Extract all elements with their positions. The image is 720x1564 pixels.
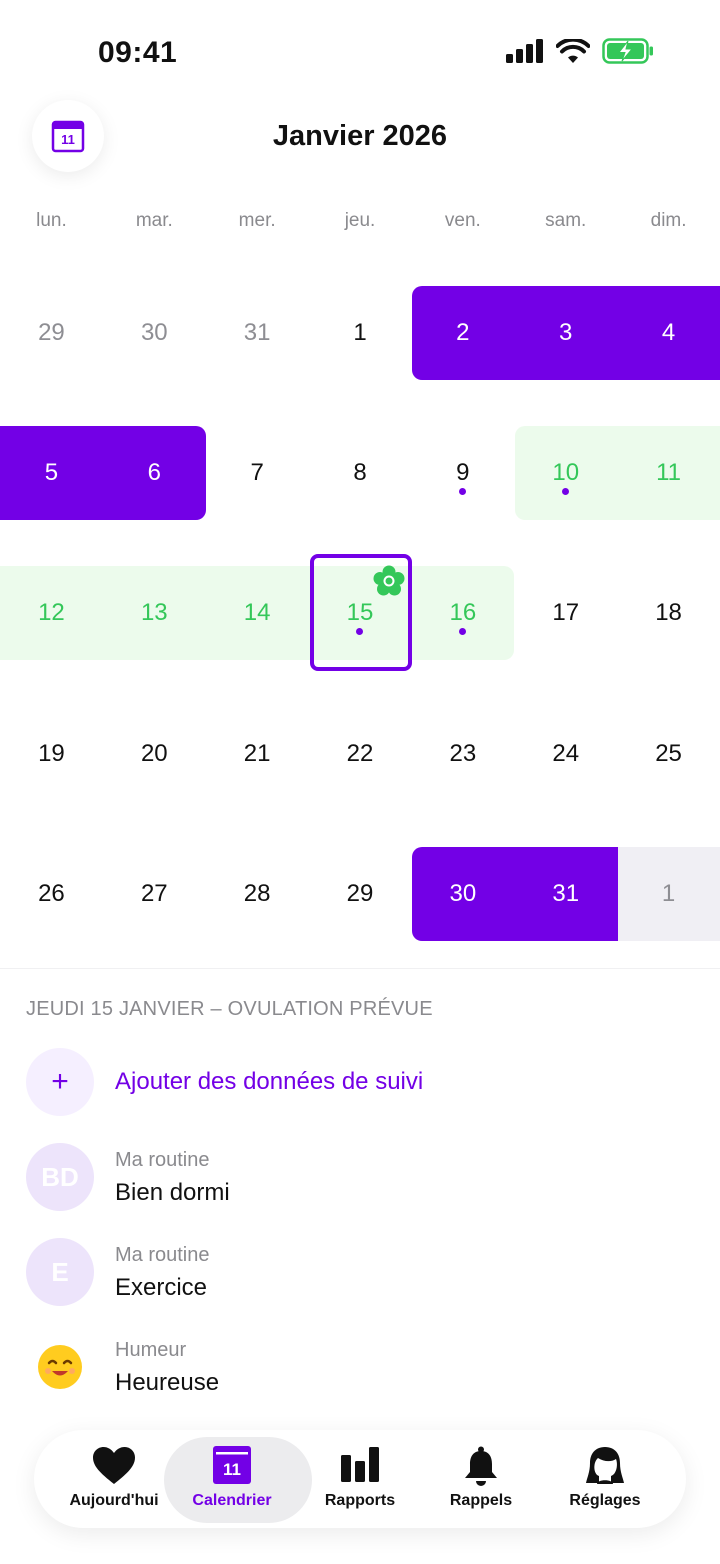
calendar-grid: 29 30 31 1 2 3 4 5 6 7 8 9 10 11 12 13 1… — [0, 286, 720, 941]
calendar-day[interactable]: 19 — [0, 707, 103, 801]
tab-calendar[interactable]: 11 Calendrier — [164, 1430, 312, 1528]
selected-day-title: JEUDI 15 JANVIER – OVULATION PRÉVUE — [26, 998, 433, 1020]
calendar-day[interactable]: 25 — [617, 707, 720, 801]
wifi-icon — [556, 38, 590, 63]
calendar-day-period[interactable]: 31 — [514, 847, 617, 941]
calendar-day[interactable]: 30 — [103, 286, 206, 380]
calendar-day-fertile[interactable]: 16 — [411, 566, 514, 660]
entry-avatar: BD — [26, 1143, 94, 1211]
calendar-day[interactable]: 8 — [309, 426, 412, 520]
add-icon: + — [26, 1048, 94, 1116]
calendar-day-fertile[interactable]: 14 — [206, 566, 309, 660]
calendar-day[interactable]: 21 — [206, 707, 309, 801]
tracked-data-dot — [562, 488, 570, 495]
tracked-data-dot — [459, 488, 467, 495]
status-time: 09:41 — [98, 36, 178, 69]
section-divider — [0, 968, 720, 969]
weekday-label: ven. — [444, 210, 481, 231]
ovulation-flower-icon — [373, 565, 405, 596]
add-tracking-label: Ajouter des données de suivi — [115, 1068, 424, 1095]
tracking-entry[interactable]: BD Ma routine Bien dormi — [26, 1143, 696, 1213]
entry-category: Ma routine — [115, 1244, 210, 1266]
month-title[interactable]: Janvier 2026 — [0, 120, 720, 153]
entry-category: Humeur — [115, 1339, 187, 1361]
weekday-label: lun. — [36, 210, 67, 231]
tab-bar: Aujourd'hui 11 Calendrier Rapports Rappe… — [34, 1430, 686, 1528]
calendar-day[interactable]: 28 — [206, 847, 309, 941]
calendar-day-period[interactable]: 5 — [0, 426, 103, 520]
calendar-day-period[interactable]: 3 — [514, 286, 617, 380]
calendar-day-period[interactable]: 30 — [411, 847, 514, 941]
calendar-icon-day: 11 — [223, 1460, 241, 1479]
calendar-day[interactable]: 26 — [0, 847, 103, 941]
weekday-header: lun. mar. mer. jeu. ven. sam. dim. — [0, 210, 720, 232]
tab-label: Calendrier — [192, 1492, 272, 1509]
tracking-entry[interactable]: Humeur Heureuse — [26, 1333, 696, 1403]
add-tracking-button[interactable]: + Ajouter des données de suivi — [26, 1048, 696, 1118]
tab-reports[interactable]: Rapports — [296, 1430, 424, 1528]
calendar-day[interactable]: 27 — [103, 847, 206, 941]
weekday-label: mer. — [238, 210, 276, 231]
calendar-day[interactable]: 22 — [309, 707, 412, 801]
calendar-day[interactable]: 17 — [514, 566, 617, 660]
entry-category: Ma routine — [115, 1149, 210, 1171]
tracked-data-dot — [459, 628, 467, 635]
tab-settings[interactable]: Réglages — [541, 1430, 669, 1528]
bell-icon — [465, 1446, 497, 1486]
profile-icon — [586, 1447, 624, 1484]
calendar-day-period[interactable]: 2 — [411, 286, 514, 380]
entry-value: Heureuse — [115, 1369, 220, 1396]
entry-avatar: E — [26, 1238, 94, 1306]
status-bar: 09:41 — [0, 0, 720, 100]
calendar-day[interactable]: 20 — [103, 707, 206, 801]
battery-charging-icon — [602, 38, 653, 64]
calendar-day[interactable]: 24 — [514, 707, 617, 801]
calendar-day[interactable]: 18 — [617, 566, 720, 660]
calendar-day-fertile[interactable]: 12 — [0, 566, 103, 660]
tab-today[interactable]: Aujourd'hui — [50, 1430, 178, 1528]
status-icons — [506, 38, 654, 64]
heart-icon — [93, 1447, 135, 1484]
tab-label: Réglages — [569, 1492, 641, 1509]
calendar-day-fertile[interactable]: 11 — [617, 426, 720, 520]
calendar-day[interactable]: 23 — [411, 707, 514, 801]
weekday-label: mar. — [135, 210, 173, 231]
tab-reminders[interactable]: Rappels — [417, 1430, 545, 1528]
calendar-day-period[interactable]: 6 — [103, 426, 206, 520]
calendar-day[interactable]: 7 — [206, 426, 309, 520]
weekday-label: jeu. — [344, 210, 376, 231]
calendar-day-predicted[interactable]: 1 — [617, 847, 720, 941]
weekday-label: sam. — [545, 210, 587, 231]
calendar-day[interactable]: 9 — [411, 426, 514, 520]
tab-label: Aujourd'hui — [69, 1492, 159, 1509]
calendar-day-fertile[interactable]: 10 — [514, 426, 617, 520]
tab-label: Rapports — [324, 1492, 396, 1509]
calendar-day[interactable]: 29 — [309, 847, 412, 941]
entry-avatar — [26, 1333, 94, 1401]
calendar-day[interactable]: 29 — [0, 286, 103, 380]
calendar-day[interactable]: 1 — [309, 286, 412, 380]
tab-label: Rappels — [449, 1492, 513, 1509]
calendar-day-period[interactable]: 4 — [617, 286, 720, 380]
weekday-label: dim. — [650, 210, 687, 231]
entry-value: Bien dormi — [115, 1179, 230, 1206]
bar-chart-icon — [341, 1447, 379, 1482]
entry-value: Exercice — [115, 1274, 208, 1301]
cellular-signal-icon — [506, 39, 543, 63]
calendar-day[interactable]: 31 — [206, 286, 309, 380]
calendar-day-fertile[interactable]: 13 — [103, 566, 206, 660]
smiling-face-icon — [38, 1345, 82, 1389]
tracking-entry[interactable]: E Ma routine Exercice — [26, 1238, 696, 1308]
